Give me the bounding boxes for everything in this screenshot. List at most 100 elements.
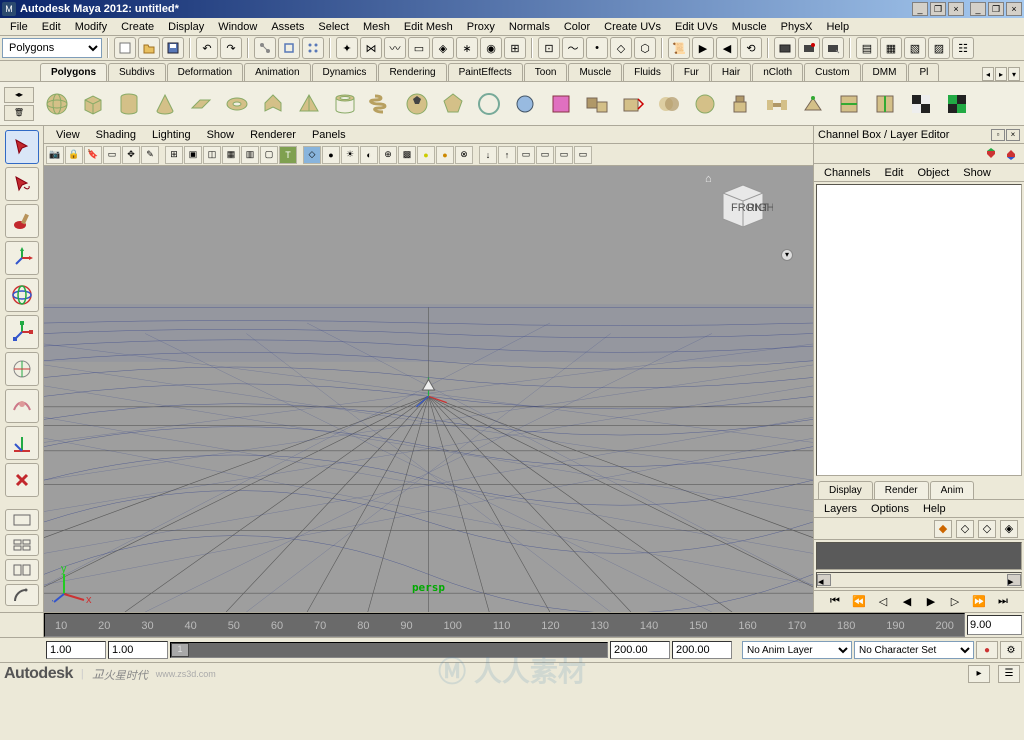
viewport-hq-icon[interactable]: ▭: [517, 146, 535, 164]
outputs-button[interactable]: ◀: [716, 37, 738, 59]
use-all-lights-icon[interactable]: ☀: [341, 146, 359, 164]
inputs-button[interactable]: ▶: [692, 37, 714, 59]
panel-menu-view[interactable]: View: [48, 128, 88, 142]
shelf-trash-button[interactable]: 🗑: [4, 105, 34, 121]
layer-menu-layers[interactable]: Layers: [818, 502, 863, 516]
poly-sculpt-button[interactable]: [508, 87, 542, 121]
autokey-button[interactable]: ●: [976, 641, 998, 659]
poly-extract-button[interactable]: [616, 87, 650, 121]
select-component-button[interactable]: [302, 37, 324, 59]
menu-assets[interactable]: Assets: [265, 20, 310, 34]
menu-create[interactable]: Create: [115, 20, 160, 34]
shelf-tab-ncloth[interactable]: nCloth: [752, 63, 803, 81]
mask-misc-button[interactable]: ⊞: [504, 37, 526, 59]
layer-new-selected-icon[interactable]: ◈: [1000, 520, 1018, 538]
mask-joint-button[interactable]: ⋈: [360, 37, 382, 59]
shelf-tab-muscle[interactable]: Muscle: [568, 63, 622, 81]
field-chart-icon[interactable]: ▥: [241, 146, 259, 164]
viewcube-options-icon[interactable]: ▾: [781, 249, 793, 261]
range-start-inner-field[interactable]: [108, 641, 168, 659]
menu-file[interactable]: File: [4, 20, 34, 34]
isolate-select2-icon[interactable]: ↑: [498, 146, 516, 164]
shelf-tab-deformation[interactable]: Deformation: [167, 63, 243, 81]
secondaryframe-min-button[interactable]: _: [970, 2, 986, 16]
layer-tab-render[interactable]: Render: [874, 481, 929, 499]
scroll-right-button[interactable]: ▸: [1007, 574, 1021, 586]
shelf-tab-toon[interactable]: Toon: [524, 63, 568, 81]
channelbox-menu-object[interactable]: Object: [911, 166, 955, 180]
step-forward-key-button[interactable]: ⏩: [969, 593, 989, 611]
poly-pipe-button[interactable]: [328, 87, 362, 121]
layer-new-empty-icon[interactable]: ◇: [978, 520, 996, 538]
poly-prism-button[interactable]: [256, 87, 290, 121]
last-tool[interactable]: [5, 463, 39, 497]
go-to-start-button[interactable]: ⏮: [825, 593, 845, 611]
panel-menu-shading[interactable]: Shading: [88, 128, 144, 142]
menu-edit-uvs[interactable]: Edit UVs: [669, 20, 724, 34]
open-scene-button[interactable]: [138, 37, 160, 59]
grease-pencil-icon[interactable]: ✎: [141, 146, 159, 164]
layer-movedown-icon[interactable]: ◇: [956, 520, 974, 538]
poly-checker2-button[interactable]: [940, 87, 974, 121]
ipr-render-button[interactable]: [798, 37, 820, 59]
scale-tool[interactable]: [5, 315, 39, 349]
two-pane-layout[interactable]: [5, 559, 39, 581]
snap-grid-button[interactable]: ⊡: [538, 37, 560, 59]
menu-display[interactable]: Display: [162, 20, 210, 34]
menu-color[interactable]: Color: [558, 20, 596, 34]
safe-action-icon[interactable]: ▢: [260, 146, 278, 164]
step-back-button[interactable]: ◁: [873, 593, 893, 611]
panel-menu-show[interactable]: Show: [199, 128, 243, 142]
script-editor-button[interactable]: ▸: [968, 665, 990, 683]
wireframe-shading-icon[interactable]: ◇: [303, 146, 321, 164]
channelbox-menu-show[interactable]: Show: [957, 166, 997, 180]
four-pane-layout[interactable]: [5, 534, 39, 556]
use-default-material-icon[interactable]: ●: [417, 146, 435, 164]
shelf-menu-button[interactable]: ▾: [1008, 67, 1020, 81]
poly-helix-button[interactable]: [364, 87, 398, 121]
mask-surface-button[interactable]: ▭: [408, 37, 430, 59]
channelbox-view-icon[interactable]: [984, 147, 998, 161]
channelbox-close-button[interactable]: ×: [1006, 129, 1020, 141]
universal-manip-tool[interactable]: [5, 352, 39, 386]
time-slider[interactable]: 1020 3040 5060 7080 90100 110120 130140 …: [44, 613, 965, 637]
secondaryframe-close-button[interactable]: ×: [1006, 2, 1022, 16]
menu-set-dropdown[interactable]: Polygons: [2, 38, 102, 58]
shelf-tab-painteffects[interactable]: PaintEffects: [448, 63, 523, 81]
channelbox-undock-button[interactable]: ▫: [991, 129, 1005, 141]
viewport-aa-icon[interactable]: ▭: [536, 146, 554, 164]
show-attributeeditor-button[interactable]: ▨: [928, 37, 950, 59]
menu-create-uvs[interactable]: Create UVs: [598, 20, 667, 34]
poly-combine-button[interactable]: [580, 87, 614, 121]
select-tool[interactable]: [5, 130, 39, 164]
poly-extrude-button[interactable]: [724, 87, 758, 121]
resolution-gate-icon[interactable]: ◫: [203, 146, 221, 164]
snap-live-button[interactable]: ⬡: [634, 37, 656, 59]
viewport-motion-icon[interactable]: ▭: [555, 146, 573, 164]
play-back-button[interactable]: ◀: [897, 593, 917, 611]
history-off-button[interactable]: 📜: [668, 37, 690, 59]
show-toolsettings-button[interactable]: ▧: [904, 37, 926, 59]
shelf-tab-animation[interactable]: Animation: [244, 63, 310, 81]
prefs-button[interactable]: ⚙: [1000, 641, 1022, 659]
channelbox-body[interactable]: [816, 184, 1022, 476]
layer-menu-options[interactable]: Options: [865, 502, 915, 516]
select-hierarchy-button[interactable]: [254, 37, 276, 59]
soft-mod-tool[interactable]: [5, 389, 39, 423]
poly-smooth-button[interactable]: [688, 87, 722, 121]
poly-bridge-button[interactable]: [760, 87, 794, 121]
lasso-tool[interactable]: [5, 167, 39, 201]
poly-soccer-button[interactable]: [400, 87, 434, 121]
mask-dynamic-button[interactable]: ∗: [456, 37, 478, 59]
anim-layer-dropdown[interactable]: No Anim Layer: [742, 641, 852, 659]
layer-scrollbar[interactable]: ◂ ▸: [816, 572, 1022, 588]
poly-pyramid-button[interactable]: [292, 87, 326, 121]
menu-edit[interactable]: Edit: [36, 20, 67, 34]
shelf-tab-pi[interactable]: Pl: [908, 63, 939, 81]
range-end-outer-field[interactable]: [672, 641, 732, 659]
image-plane-icon[interactable]: ▭: [103, 146, 121, 164]
poly-checker-button[interactable]: [904, 87, 938, 121]
channelbox-menu-edit[interactable]: Edit: [878, 166, 909, 180]
shelf-tab-hair[interactable]: Hair: [711, 63, 751, 81]
snap-plane-button[interactable]: ◇: [610, 37, 632, 59]
